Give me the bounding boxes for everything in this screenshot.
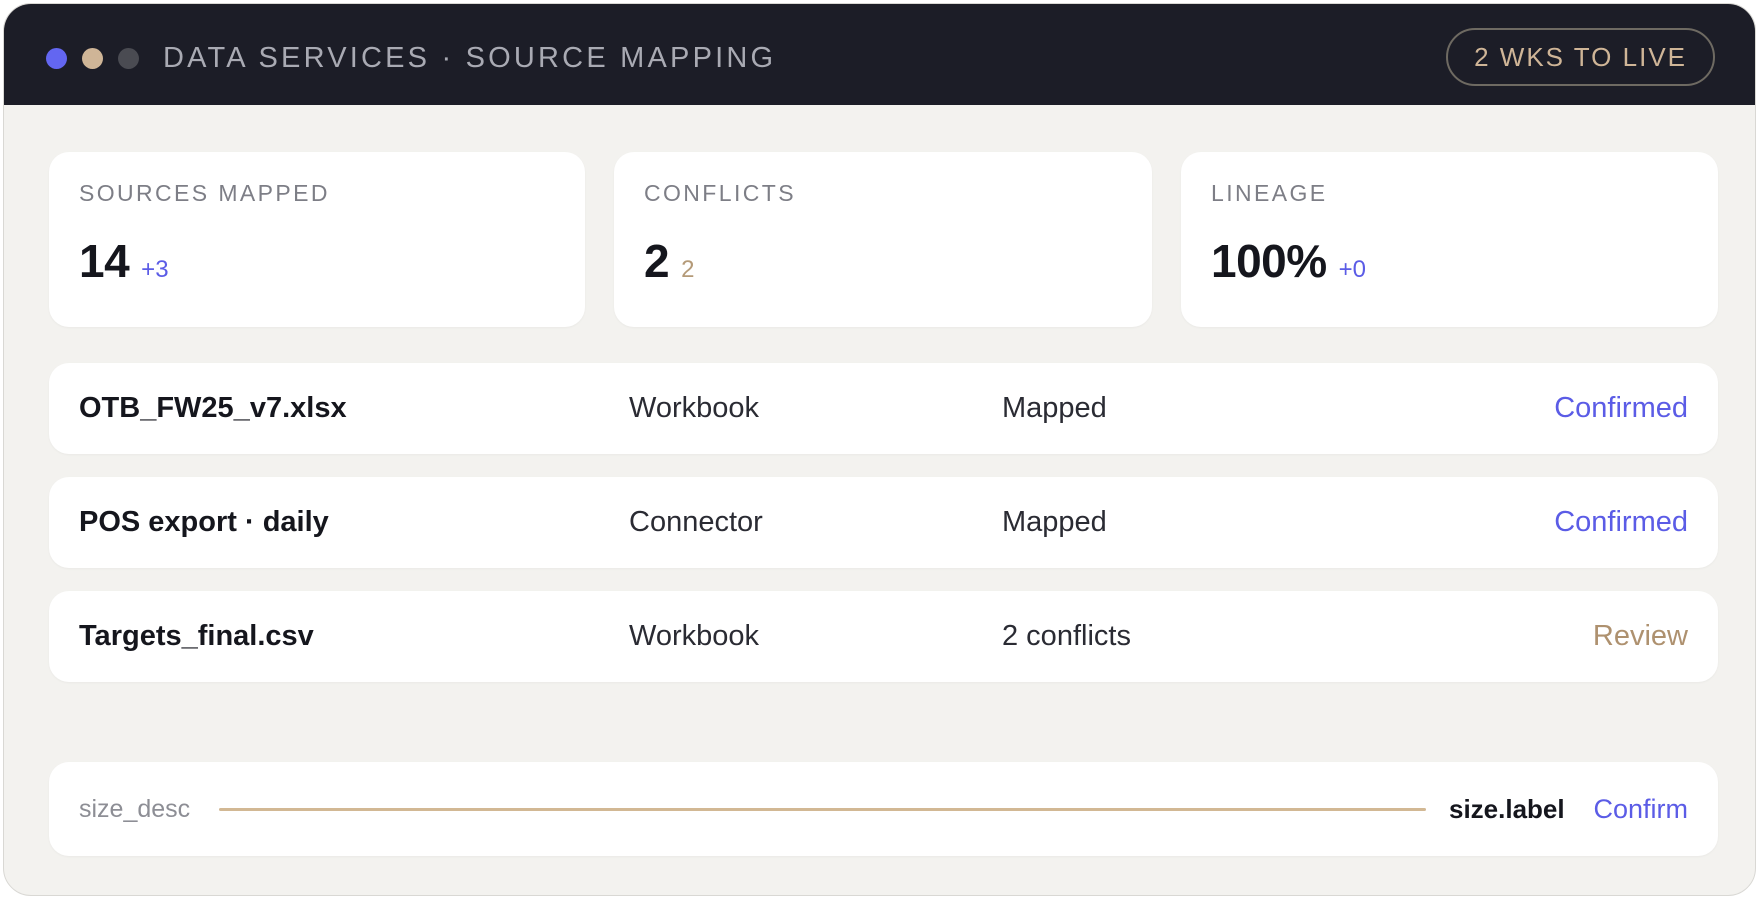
source-name: POS export · daily (79, 506, 329, 538)
size-confirm-bar: size_desc size.label Confirm (49, 762, 1718, 856)
source-action-confirmed[interactable]: Confirmed (1554, 363, 1688, 454)
stat-card-conflicts: CONFLICTS 22 (614, 152, 1152, 327)
stat-value-group: 14 +3 (79, 234, 169, 288)
size-divider-line (219, 808, 1426, 811)
source-kind: Workbook (629, 620, 760, 652)
source-action-review[interactable]: Review (1593, 591, 1688, 682)
source-row[interactable]: OTB_FW25_v7.xlsx Workbook Mapped Confirm… (49, 363, 1718, 454)
stat-value-group: 22 (644, 234, 694, 288)
stat-value: 14 (79, 235, 130, 287)
size-label: size.label (1449, 794, 1565, 824)
stat-label: LINEAGE (1211, 180, 1328, 206)
stat-delta: 2 (681, 256, 695, 283)
app-window: DATA SERVICES · SOURCE MAPPING 2 WKS TO … (3, 3, 1756, 896)
source-name: OTB_FW25_v7.xlsx (79, 392, 347, 424)
source-action-confirmed[interactable]: Confirmed (1554, 477, 1688, 568)
window-control-dot-blue[interactable] (46, 48, 67, 69)
stat-label: CONFLICTS (644, 180, 796, 206)
stat-card-sources-mapped: SOURCES MAPPED 14 +3 (49, 152, 585, 327)
stat-value-group: 100% +0 (1211, 234, 1366, 288)
stat-card-lineage: LINEAGE 100% +0 (1181, 152, 1718, 327)
source-kind: Connector (629, 506, 763, 538)
stat-delta: +3 (141, 256, 169, 283)
source-state: 2 conflicts (1002, 620, 1131, 652)
source-name: Targets_final.csv (79, 620, 314, 652)
size-description: size_desc (79, 795, 191, 823)
stat-delta: +0 (1338, 256, 1367, 283)
source-row[interactable]: POS export · daily Connector Mapped Conf… (49, 477, 1718, 568)
source-state: Mapped (1002, 506, 1107, 538)
stat-label: SOURCES MAPPED (79, 180, 330, 206)
source-state: Mapped (1002, 392, 1107, 424)
title-bar: DATA SERVICES · SOURCE MAPPING 2 WKS TO … (4, 4, 1755, 105)
stat-value: 2 (644, 235, 670, 287)
time-to-live-badge: 2 WKS TO LIVE (1446, 28, 1715, 86)
stat-value: 100% (1211, 235, 1327, 287)
source-kind: Workbook (629, 392, 760, 424)
window-title: DATA SERVICES · SOURCE MAPPING (163, 42, 777, 74)
window-control-dot-tan[interactable] (82, 48, 103, 69)
source-row[interactable]: Targets_final.csv Workbook 2 conflicts R… (49, 591, 1718, 682)
window-control-dot-gray[interactable] (118, 48, 139, 69)
confirm-button[interactable]: Confirm (1593, 762, 1688, 856)
